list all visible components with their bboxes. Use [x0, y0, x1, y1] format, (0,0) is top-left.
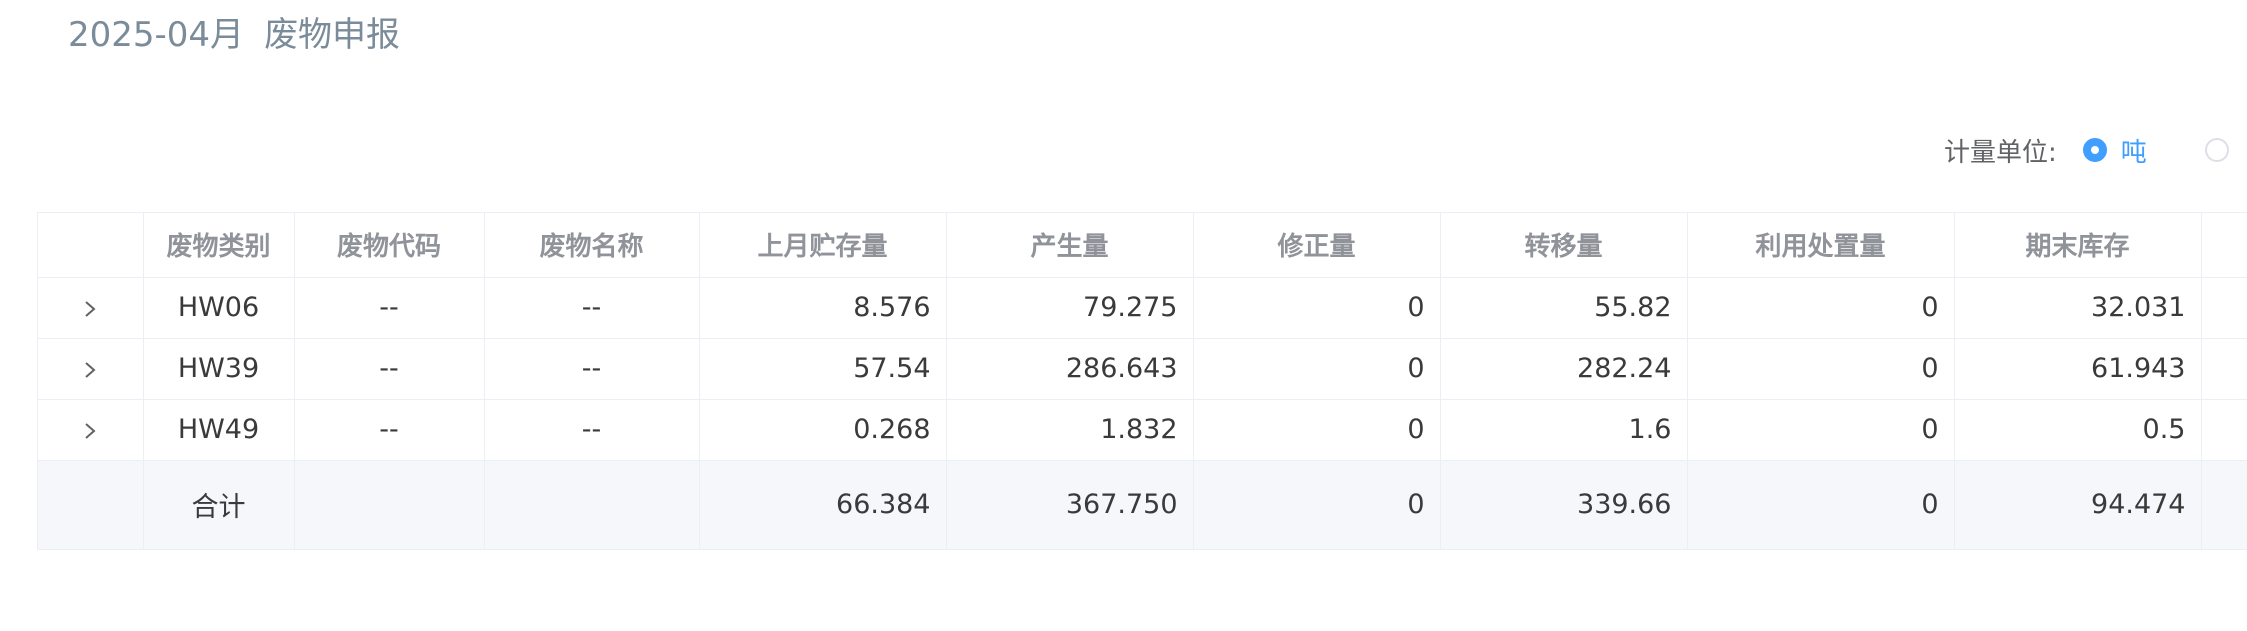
code-cell: -- — [294, 277, 485, 339]
expand-cell — [38, 399, 144, 461]
expand-column-header — [38, 213, 144, 278]
period-label: 2025-04月 — [68, 14, 245, 55]
column-header-ending-stock: 期末库存 — [1954, 213, 2202, 278]
table-row: HW49 -- -- 0.268 1.832 0 1.6 0 0.5 — [38, 399, 2247, 461]
total-extra-cell — [2201, 460, 2247, 550]
column-header-utilized: 利用处置量 — [1687, 213, 1955, 278]
code-cell: -- — [294, 338, 485, 400]
corrected-cell: 0 — [1193, 338, 1441, 400]
chevron-right-icon[interactable] — [75, 354, 105, 384]
column-header-category: 废物类别 — [143, 213, 295, 278]
total-row: 合计 66.384 367.750 0 339.66 0 94.474 — [38, 460, 2247, 550]
total-expand-cell — [38, 460, 144, 550]
ending-stock-cell: 32.031 — [1954, 277, 2202, 339]
total-label: 合计 — [143, 460, 295, 550]
utilized-cell: 0 — [1687, 399, 1955, 461]
unit-option-ton[interactable]: 吨 — [2082, 132, 2147, 169]
column-header-corrected: 修正量 — [1193, 213, 1441, 278]
chevron-right-icon[interactable] — [75, 293, 105, 323]
total-utilized: 0 — [1687, 460, 1955, 550]
generated-cell: 1.832 — [946, 399, 1194, 461]
expand-cell — [38, 277, 144, 339]
unit-selector: 计量单位: 吨 — [1944, 128, 2229, 172]
total-corrected: 0 — [1193, 460, 1441, 550]
table-header-row: 废物类别 废物代码 废物名称 上月贮存量 产生量 修正量 转移量 利用处置量 期… — [38, 213, 2247, 278]
generated-cell: 79.275 — [946, 277, 1194, 339]
radio-checked-icon[interactable] — [2082, 138, 2107, 162]
last-month-storage-cell: 8.576 — [699, 277, 947, 339]
ending-stock-cell: 0.5 — [1954, 399, 2202, 461]
radio-unchecked-icon[interactable] — [2204, 138, 2229, 162]
category-cell: HW39 — [143, 338, 295, 400]
generated-cell: 286.643 — [946, 338, 1194, 400]
column-header-code: 废物代码 — [294, 213, 485, 278]
expand-cell — [38, 338, 144, 400]
utilized-cell: 0 — [1687, 338, 1955, 400]
last-month-storage-cell: 57.54 — [699, 338, 947, 400]
waste-declaration-page: 2025-04月 废物申报 计量单位: 吨 废物类别 废物代码 废物名称 上月贮… — [0, 0, 2247, 631]
corrected-cell: 0 — [1193, 277, 1441, 339]
code-cell: -- — [294, 399, 485, 461]
transferred-cell: 1.6 — [1440, 399, 1688, 461]
column-header-generated: 产生量 — [946, 213, 1194, 278]
ending-stock-cell: 61.943 — [1954, 338, 2202, 400]
waste-table: 废物类别 废物代码 废物名称 上月贮存量 产生量 修正量 转移量 利用处置量 期… — [37, 212, 2247, 550]
column-header-transferred: 转移量 — [1440, 213, 1688, 278]
utilized-cell: 0 — [1687, 277, 1955, 339]
table-row: HW39 -- -- 57.54 286.643 0 282.24 0 61.9… — [38, 338, 2247, 400]
category-cell: HW49 — [143, 399, 295, 461]
table-row: HW06 -- -- 8.576 79.275 0 55.82 0 32.031 — [38, 277, 2247, 339]
total-generated: 367.750 — [946, 460, 1194, 550]
column-header-extra — [2201, 213, 2247, 278]
name-cell: -- — [484, 399, 700, 461]
total-transferred: 339.66 — [1440, 460, 1688, 550]
extra-cell — [2201, 338, 2247, 400]
column-header-last-month-storage: 上月贮存量 — [699, 213, 947, 278]
page-title: 2025-04月 废物申报 — [68, 6, 400, 56]
chevron-right-icon[interactable] — [75, 415, 105, 445]
page-title-text: 废物申报 — [264, 14, 401, 55]
unit-option-ton-label[interactable]: 吨 — [2121, 132, 2147, 169]
corrected-cell: 0 — [1193, 399, 1441, 461]
category-cell: HW06 — [143, 277, 295, 339]
extra-cell — [2201, 399, 2247, 461]
transferred-cell: 282.24 — [1440, 338, 1688, 400]
total-last-month-storage: 66.384 — [699, 460, 947, 550]
column-header-name: 废物名称 — [484, 213, 700, 278]
transferred-cell: 55.82 — [1440, 277, 1688, 339]
unit-label: 计量单位: — [1944, 137, 2057, 168]
total-code-cell — [294, 460, 485, 550]
name-cell: -- — [484, 277, 700, 339]
last-month-storage-cell: 0.268 — [699, 399, 947, 461]
total-name-cell — [484, 460, 700, 550]
unit-option-2[interactable] — [2204, 138, 2229, 162]
name-cell: -- — [484, 338, 700, 400]
total-ending-stock: 94.474 — [1954, 460, 2202, 550]
extra-cell — [2201, 277, 2247, 339]
